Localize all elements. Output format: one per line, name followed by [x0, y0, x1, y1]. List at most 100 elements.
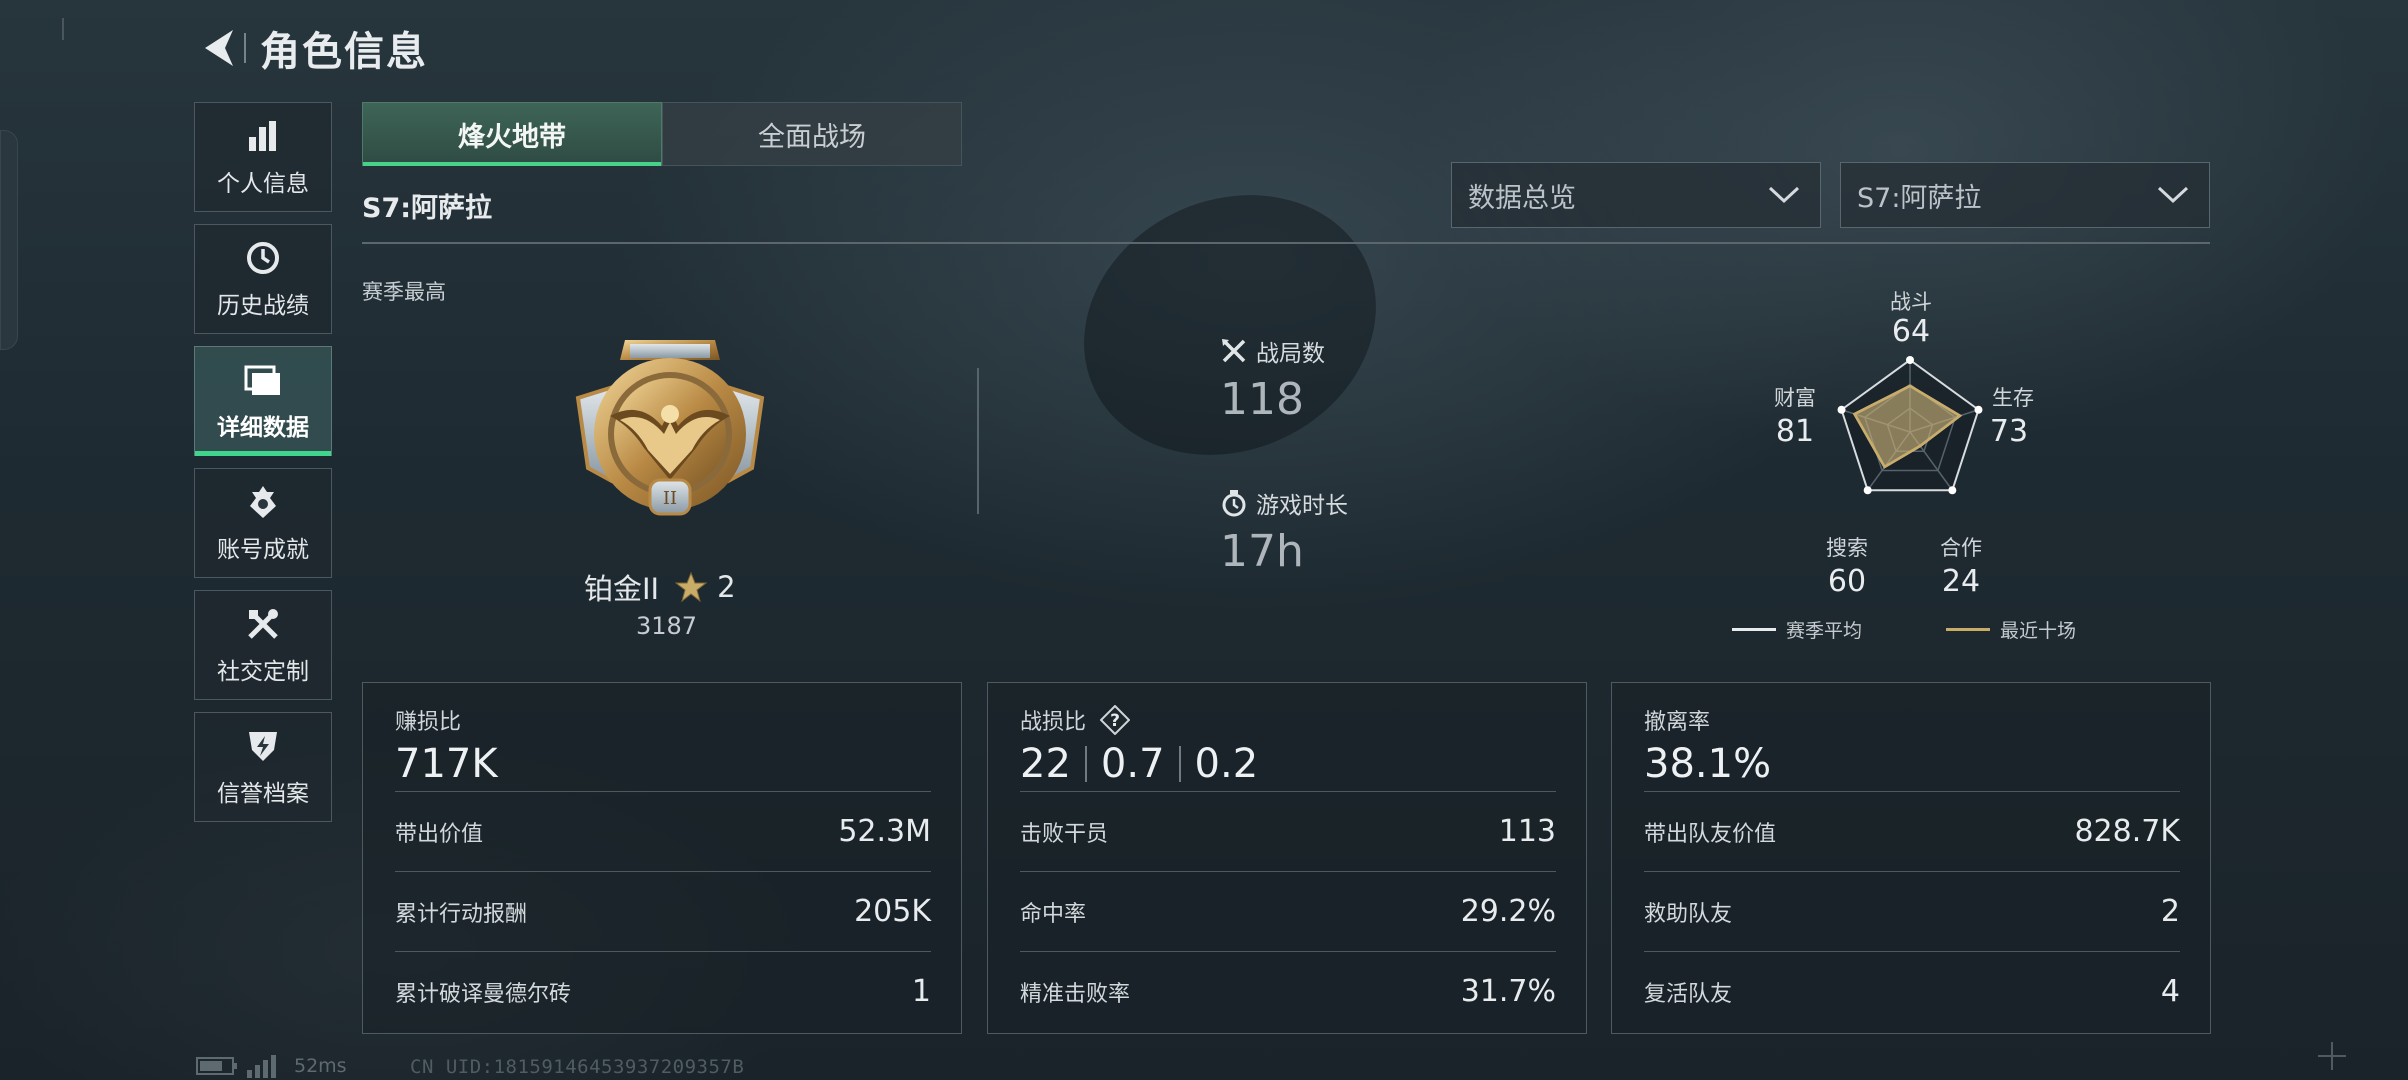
help-glyph: ?: [1110, 711, 1120, 731]
season-dropdown[interactable]: S7:阿萨拉: [1840, 162, 2210, 228]
help-icon[interactable]: ?: [1100, 705, 1131, 735]
tools-icon: [243, 604, 283, 644]
radar-chart: 战斗 64 生存 73 合作 24 搜索 60 财富 81: [1760, 280, 2060, 620]
legend-label: 最近十场: [2000, 620, 2077, 642]
row-label: 累计行动报酬: [395, 901, 528, 927]
row-label: 救助队友: [1644, 901, 1733, 927]
row-label: 复活队友: [1644, 981, 1733, 1007]
star-icon: [675, 571, 708, 603]
kd-value: 0.7: [1100, 741, 1165, 787]
row-value: 113: [1498, 814, 1556, 849]
row-label: 带出价值: [395, 821, 484, 847]
card-title: 战损比: [1020, 710, 1087, 735]
folder-icon: [243, 360, 283, 400]
crossed-swords-icon: [1222, 339, 1246, 363]
card-main-value: 717K: [395, 741, 498, 787]
stat-value: 118: [1220, 374, 1304, 425]
card-main-value: 22 0.7 0.2: [1020, 737, 1556, 791]
radar-vertex-dot: [1948, 486, 1957, 495]
row-value: 52.3M: [838, 814, 931, 849]
stat-label: 游戏时长: [1256, 493, 1348, 519]
uid-text: CN UID:18159146453937209357B: [410, 1056, 745, 1078]
tab-hazard-zone[interactable]: 烽火地带: [362, 102, 662, 166]
radar-vertex-dot: [1863, 486, 1872, 495]
rank-tier: 铂金II: [584, 572, 660, 606]
card-header: 战损比 ?: [1020, 705, 1556, 735]
row-label: 带出队友价值: [1644, 821, 1777, 847]
card-row: 精准击败率 31.7%: [1020, 951, 1556, 1031]
sidebar-item-label: 详细数据: [217, 415, 309, 441]
sidebar: 个人信息 历史战绩 详细数据 账号成就 社交定制 信誉档案: [194, 102, 332, 834]
battery-icon: [196, 1057, 237, 1075]
shield-bolt-icon: [243, 726, 283, 766]
chevron-down-icon: [2157, 186, 2189, 204]
row-label: 精准击败率: [1020, 981, 1131, 1007]
radar-axis-label-survival: 生存: [1992, 386, 2034, 410]
row-value: 828.7K: [2074, 814, 2180, 849]
radar-axis-label-wealth: 财富: [1774, 386, 1816, 410]
row-value: 4: [2160, 974, 2180, 1009]
achievement-icon: [243, 482, 283, 522]
stopwatch-icon: [1222, 490, 1246, 517]
playtime-stat: 游戏时长 17h: [1220, 486, 1348, 577]
radar-axis-value-search: 60: [1827, 564, 1867, 599]
card-row: 带出价值 52.3M: [395, 791, 931, 871]
card-title: 赚损比: [395, 710, 462, 735]
card-row: 救助队友 2: [1644, 871, 2180, 951]
kd-value: 22: [1020, 741, 1071, 787]
dropdown-value: 数据总览: [1468, 182, 1576, 214]
legend-swatch: [1732, 628, 1776, 631]
header: 角色信息: [196, 18, 428, 78]
sidebar-item-detailed-data[interactable]: 详细数据: [194, 346, 332, 456]
sidebar-item-personal-info[interactable]: 个人信息: [194, 102, 332, 212]
radar-axis-value-cooperation: 24: [1941, 564, 1981, 599]
radar-vertex-dot: [1837, 405, 1846, 414]
sidebar-item-label: 个人信息: [217, 171, 309, 197]
value-separator: [1084, 746, 1087, 782]
card-main-value: 38.1%: [1644, 741, 1772, 787]
back-button[interactable]: [196, 23, 240, 73]
card-row: 带出队友价值 828.7K: [1644, 791, 2180, 871]
radar-vertex-dot: [1906, 356, 1914, 364]
row-label: 累计破译曼德尔砖: [395, 981, 572, 1007]
crosshair-icon: [2318, 1042, 2346, 1070]
vertical-divider: [977, 368, 979, 514]
card-row: 复活队友 4: [1644, 951, 2180, 1031]
stat-value: 17h: [1220, 526, 1304, 577]
section-divider: [362, 242, 2210, 244]
tab-full-battlefield[interactable]: 全面战场: [662, 102, 962, 166]
signal-icon: [247, 1055, 276, 1078]
value-separator: [1178, 746, 1181, 782]
radar-axis-label-cooperation: 合作: [1940, 536, 1982, 560]
extract-card: 撤离率 38.1% 带出队友价值 828.7K 救助队友 2 复活队友 4: [1611, 682, 2211, 1034]
row-label: 击败干员: [1020, 821, 1109, 847]
legend-season-average: 赛季平均: [1732, 616, 1862, 643]
radar-axis-label-combat: 战斗: [1890, 290, 1932, 314]
clock-history-icon: [243, 238, 283, 278]
chevron-down-icon: [1768, 186, 1800, 204]
row-value: 31.7%: [1460, 974, 1556, 1009]
sidebar-item-achievements[interactable]: 账号成就: [194, 468, 332, 578]
season-best-label: 赛季最高: [362, 280, 446, 304]
sidebar-item-label: 账号成就: [217, 537, 309, 563]
sidebar-item-reputation[interactable]: 信誉档案: [194, 712, 332, 822]
season-label: S7:阿萨拉: [362, 193, 493, 224]
view-dropdown[interactable]: 数据总览: [1451, 162, 1821, 228]
sidebar-item-label: 社交定制: [217, 659, 309, 685]
sidebar-item-social[interactable]: 社交定制: [194, 590, 332, 700]
legend-swatch: [1946, 628, 1990, 631]
radar-axis-value-combat: 64: [1891, 314, 1931, 349]
card-title: 撤离率: [1644, 710, 1711, 735]
row-value: 29.2%: [1460, 894, 1556, 929]
sidebar-item-label: 历史战绩: [217, 293, 309, 319]
rank-points: 3187: [636, 612, 698, 640]
header-divider: [244, 33, 246, 63]
row-value: 2: [2160, 894, 2180, 929]
row-value: 205K: [854, 894, 931, 929]
card-row: 击败干员 113: [1020, 791, 1556, 871]
rank-name: 铂金II 2: [584, 566, 736, 608]
svg-text:II: II: [663, 488, 677, 509]
legend-recent-ten: 最近十场: [1946, 616, 2076, 643]
matches-stat: 战局数 118: [1220, 334, 1325, 425]
sidebar-item-history[interactable]: 历史战绩: [194, 224, 332, 334]
